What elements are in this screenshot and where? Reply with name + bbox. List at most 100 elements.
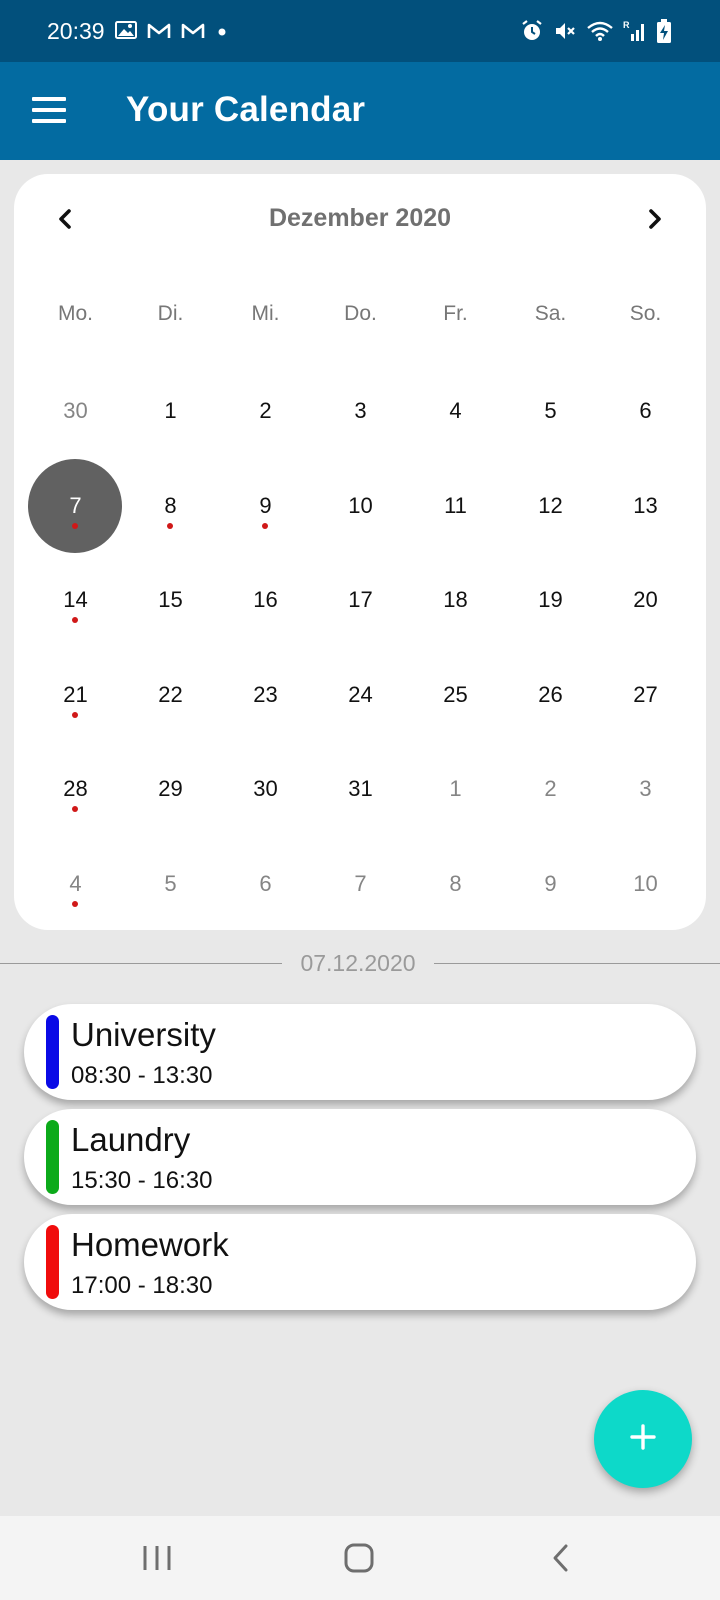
calendar-day[interactable]: 9 <box>218 459 313 554</box>
event-indicator-dot <box>72 617 78 623</box>
calendar-day[interactable]: 25 <box>408 648 503 743</box>
add-event-button[interactable] <box>594 1390 692 1488</box>
day-number: 19 <box>538 587 563 613</box>
day-number: 6 <box>639 398 652 424</box>
calendar-day[interactable]: 21 <box>28 648 123 743</box>
calendar-day-selected[interactable]: 7 <box>28 458 123 554</box>
day-number: 14 <box>63 587 88 613</box>
calendar-day[interactable]: 24 <box>313 648 408 743</box>
calendar-day[interactable]: 2 <box>218 364 313 459</box>
calendar-week-row: 4 5 6 7 8 9 10 <box>28 837 693 932</box>
svg-text:R: R <box>623 20 630 30</box>
day-number: 20 <box>633 587 658 613</box>
day-number: 30 <box>253 776 278 802</box>
day-number: 31 <box>348 776 373 802</box>
calendar-day[interactable]: 2 <box>503 742 598 837</box>
day-number: 25 <box>443 681 468 707</box>
event-time: 08:30 - 13:30 <box>71 1062 213 1089</box>
day-number: 26 <box>538 681 563 707</box>
calendar-day[interactable]: 10 <box>598 837 693 932</box>
chevron-right-icon[interactable] <box>638 202 672 236</box>
day-number: 27 <box>633 681 658 707</box>
day-number: 9 <box>544 870 557 896</box>
calendar-day[interactable]: 6 <box>598 364 693 459</box>
calendar-day[interactable]: 29 <box>123 742 218 837</box>
calendar-day[interactable]: 16 <box>218 553 313 648</box>
calendar-day[interactable]: 30 <box>218 742 313 837</box>
calendar-grid: 30 1 2 3 4 5 6 7 8 9 10 11 12 13 14 15 16 17 18 19 20 21 22 23 2… <box>28 364 693 931</box>
day-number: 11 <box>444 492 467 518</box>
home-icon[interactable] <box>342 1542 376 1579</box>
calendar-day[interactable]: 4 <box>28 837 123 932</box>
calendar-week-row: 7 8 9 10 11 12 13 <box>28 458 693 554</box>
status-bar: 20:39 R <box>0 0 720 62</box>
day-number: 28 <box>63 776 88 802</box>
event-title: Homework <box>71 1226 229 1263</box>
day-number: 5 <box>544 398 557 424</box>
event-indicator-dot <box>72 806 78 812</box>
day-number: 8 <box>164 492 177 518</box>
calendar-day[interactable]: 5 <box>123 837 218 932</box>
day-number: 8 <box>449 870 462 896</box>
event-color-bar <box>46 1120 59 1194</box>
day-number: 12 <box>538 492 563 518</box>
day-number: 2 <box>259 398 272 424</box>
event-card-university[interactable]: University 08:30 - 13:30 <box>24 1004 696 1100</box>
event-indicator-dot <box>72 711 78 718</box>
calendar-day[interactable]: 1 <box>123 364 218 459</box>
calendar-header: Dezember 2020 <box>14 196 706 242</box>
calendar-day[interactable]: 1 <box>408 742 503 837</box>
calendar-day[interactable]: 30 <box>28 364 123 459</box>
calendar-day[interactable]: 7 <box>313 837 408 932</box>
divider-left <box>0 963 282 964</box>
calendar-day[interactable]: 14 <box>28 553 123 648</box>
battery-charging-icon <box>656 18 672 44</box>
calendar-day[interactable]: 3 <box>598 742 693 837</box>
day-number: 13 <box>633 492 658 518</box>
calendar-day[interactable]: 28 <box>28 742 123 837</box>
day-number: 15 <box>158 587 183 613</box>
calendar-day[interactable]: 20 <box>598 553 693 648</box>
calendar-day[interactable]: 3 <box>313 364 408 459</box>
status-time: 20:39 <box>47 17 105 44</box>
event-card-laundry[interactable]: Laundry 15:30 - 16:30 <box>24 1109 696 1205</box>
calendar-day[interactable]: 8 <box>408 837 503 932</box>
calendar-day[interactable]: 31 <box>313 742 408 837</box>
day-number: 3 <box>354 398 367 424</box>
day-number: 17 <box>348 587 373 613</box>
gmail-icon <box>147 18 171 45</box>
day-number: 4 <box>449 398 462 424</box>
hamburger-menu-icon[interactable] <box>32 97 66 123</box>
calendar-day[interactable]: 19 <box>503 553 598 648</box>
calendar-day[interactable]: 18 <box>408 553 503 648</box>
calendar-day[interactable]: 4 <box>408 364 503 459</box>
signal-icon: R <box>623 19 647 43</box>
recent-apps-icon[interactable] <box>140 1542 174 1579</box>
calendar-day[interactable]: 27 <box>598 648 693 743</box>
day-number: 10 <box>348 492 373 518</box>
calendar-day[interactable]: 17 <box>313 553 408 648</box>
calendar-day[interactable]: 5 <box>503 364 598 459</box>
calendar-day[interactable]: 8 <box>123 459 218 554</box>
dot-icon <box>215 18 229 45</box>
calendar-day[interactable]: 13 <box>598 459 693 554</box>
event-time: 15:30 - 16:30 <box>71 1167 213 1194</box>
calendar-day[interactable]: 23 <box>218 648 313 743</box>
calendar-day[interactable]: 26 <box>503 648 598 743</box>
weekday-label: So. <box>629 302 662 325</box>
back-icon[interactable] <box>545 1542 579 1579</box>
calendar-day[interactable]: 11 <box>408 459 503 554</box>
event-indicator-dot <box>72 900 78 907</box>
status-right: R <box>520 18 672 44</box>
calendar-day[interactable]: 22 <box>123 648 218 743</box>
event-card-homework[interactable]: Homework 17:00 - 18:30 <box>24 1214 696 1310</box>
calendar-day[interactable]: 6 <box>218 837 313 932</box>
event-title: University <box>71 1016 216 1053</box>
status-left: 20:39 <box>47 18 229 45</box>
calendar-day[interactable]: 10 <box>313 459 408 554</box>
calendar-day[interactable]: 12 <box>503 459 598 554</box>
day-number: 6 <box>259 870 272 896</box>
plus-icon <box>628 1422 658 1457</box>
calendar-day[interactable]: 15 <box>123 553 218 648</box>
calendar-day[interactable]: 9 <box>503 837 598 932</box>
